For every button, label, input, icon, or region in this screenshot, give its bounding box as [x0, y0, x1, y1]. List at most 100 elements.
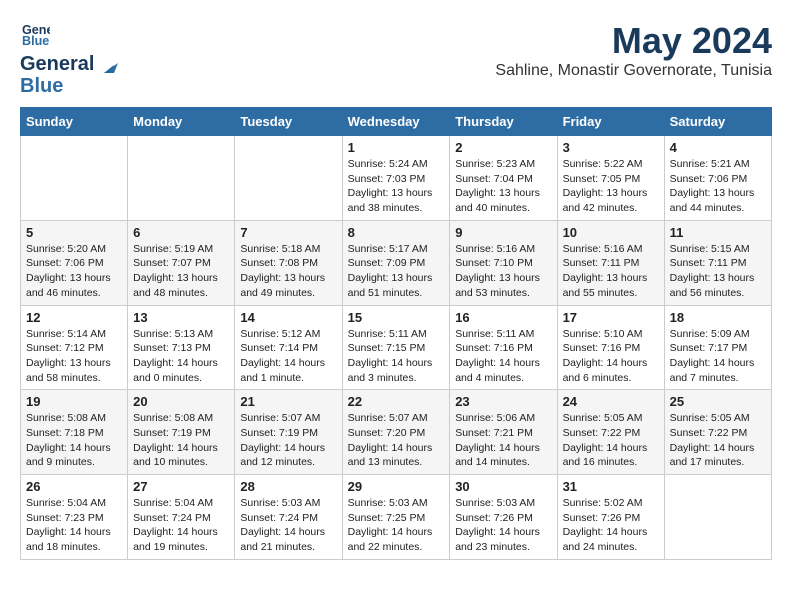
day-number: 20: [133, 394, 229, 409]
calendar-day-cell: 25 Sunrise: 5:05 AMSunset: 7:22 PMDayligh…: [664, 390, 771, 475]
cell-info: Sunrise: 5:10 AMSunset: 7:16 PMDaylight:…: [563, 327, 659, 386]
cell-info: Sunrise: 5:06 AMSunset: 7:21 PMDaylight:…: [455, 411, 551, 470]
day-number: 11: [670, 225, 766, 240]
calendar-day-cell: 13Sunrise: 5:13 AMSunset: 7:13 PMDayligh…: [128, 305, 235, 390]
cell-info: Sunrise: 5:23 AMSunset: 7:04 PMDaylight:…: [455, 157, 551, 216]
logo-icon: General Blue: [22, 20, 50, 48]
title-block: May 2024 Sahline, Monastir Governorate, …: [495, 20, 772, 80]
day-number: 3: [563, 140, 659, 155]
calendar-week-row: 1 Sunrise: 5:24 AMSunset: 7:03 PMDaylight…: [21, 136, 772, 221]
calendar-day-cell: [128, 136, 235, 221]
calendar-week-row: 12 Sunrise: 5:14 AMSunset: 7:12 PMDayligh…: [21, 305, 772, 390]
day-number: 26: [26, 479, 122, 494]
calendar-day-cell: 16 Sunrise: 5:11 AMSunset: 7:16 PMDayligh…: [450, 305, 557, 390]
cell-info: Sunrise: 5:12 AMSunset: 7:14 PMDaylight:…: [240, 327, 336, 386]
calendar-day-cell: 27 Sunrise: 5:04 AMSunset: 7:24 PMDayligh…: [128, 475, 235, 560]
logo: General Blue General Blue: [20, 20, 118, 97]
weekday-header-saturday: Saturday: [664, 108, 771, 136]
day-number: 18: [670, 310, 766, 325]
calendar-day-cell: [235, 136, 342, 221]
cell-info: Sunrise: 5:18 AMSunset: 7:08 PMDaylight:…: [240, 242, 336, 301]
cell-info: Sunrise: 5:04 AMSunset: 7:24 PMDaylight:…: [133, 496, 229, 555]
day-number: 1: [348, 140, 445, 155]
calendar-day-cell: 14 Sunrise: 5:12 AMSunset: 7:14 PMDayligh…: [235, 305, 342, 390]
calendar-day-cell: 10 Sunrise: 5:16 AMSunset: 7:11 PMDayligh…: [557, 220, 664, 305]
calendar-day-cell: 5Sunrise: 5:20 AMSunset: 7:06 PMDaylight…: [21, 220, 128, 305]
calendar-day-cell: 11 Sunrise: 5:15 AMSunset: 7:11 PMDayligh…: [664, 220, 771, 305]
day-number: 24: [563, 394, 659, 409]
page-header: General Blue General Blue May 2024 Sahli…: [20, 20, 772, 97]
calendar-day-cell: 3 Sunrise: 5:22 AMSunset: 7:05 PMDaylight…: [557, 136, 664, 221]
cell-info: Sunrise: 5:11 AMSunset: 7:16 PMDaylight:…: [455, 327, 551, 386]
calendar-day-cell: 20 Sunrise: 5:08 AMSunset: 7:19 PMDayligh…: [128, 390, 235, 475]
calendar-week-row: 19 Sunrise: 5:08 AMSunset: 7:18 PMDayligh…: [21, 390, 772, 475]
cell-info: Sunrise: 5:16 AMSunset: 7:10 PMDaylight:…: [455, 242, 551, 301]
cell-info: Sunrise: 5:08 AMSunset: 7:18 PMDaylight:…: [26, 411, 122, 470]
cell-info: Sunrise: 5:24 AMSunset: 7:03 PMDaylight:…: [348, 157, 445, 216]
cell-info: Sunrise: 5:03 AMSunset: 7:26 PMDaylight:…: [455, 496, 551, 555]
calendar-day-cell: 31Sunrise: 5:02 AMSunset: 7:26 PMDayligh…: [557, 475, 664, 560]
weekday-header-row: SundayMondayTuesdayWednesdayThursdayFrid…: [21, 108, 772, 136]
calendar-day-cell: 29Sunrise: 5:03 AMSunset: 7:25 PMDayligh…: [342, 475, 450, 560]
calendar-day-cell: 18 Sunrise: 5:09 AMSunset: 7:17 PMDayligh…: [664, 305, 771, 390]
calendar-day-cell: 1 Sunrise: 5:24 AMSunset: 7:03 PMDaylight…: [342, 136, 450, 221]
weekday-header-thursday: Thursday: [450, 108, 557, 136]
cell-info: Sunrise: 5:05 AMSunset: 7:22 PMDaylight:…: [670, 411, 766, 470]
day-number: 4: [670, 140, 766, 155]
cell-info: Sunrise: 5:11 AMSunset: 7:15 PMDaylight:…: [348, 327, 445, 386]
cell-info: Sunrise: 5:16 AMSunset: 7:11 PMDaylight:…: [563, 242, 659, 301]
calendar-day-cell: 24 Sunrise: 5:05 AMSunset: 7:22 PMDayligh…: [557, 390, 664, 475]
day-number: 30: [455, 479, 551, 494]
calendar-day-cell: 30 Sunrise: 5:03 AMSunset: 7:26 PMDayligh…: [450, 475, 557, 560]
logo-line1: General: [20, 53, 94, 75]
day-number: 15: [348, 310, 445, 325]
calendar-day-cell: 12 Sunrise: 5:14 AMSunset: 7:12 PMDayligh…: [21, 305, 128, 390]
day-number: 25: [670, 394, 766, 409]
day-number: 2: [455, 140, 551, 155]
day-number: 27: [133, 479, 229, 494]
calendar-day-cell: [21, 136, 128, 221]
calendar-day-cell: 28Sunrise: 5:03 AMSunset: 7:24 PMDayligh…: [235, 475, 342, 560]
logo-line2: Blue: [20, 75, 94, 97]
day-number: 8: [348, 225, 445, 240]
calendar-day-cell: 22Sunrise: 5:07 AMSunset: 7:20 PMDayligh…: [342, 390, 450, 475]
month-title: May 2024: [495, 20, 772, 62]
calendar-day-cell: 2 Sunrise: 5:23 AMSunset: 7:04 PMDaylight…: [450, 136, 557, 221]
logo-bird-icon: [96, 59, 118, 81]
calendar-day-cell: 6Sunrise: 5:19 AMSunset: 7:07 PMDaylight…: [128, 220, 235, 305]
cell-info: Sunrise: 5:22 AMSunset: 7:05 PMDaylight:…: [563, 157, 659, 216]
day-number: 29: [348, 479, 445, 494]
weekday-header-friday: Friday: [557, 108, 664, 136]
day-number: 23: [455, 394, 551, 409]
cell-info: Sunrise: 5:08 AMSunset: 7:19 PMDaylight:…: [133, 411, 229, 470]
cell-info: Sunrise: 5:09 AMSunset: 7:17 PMDaylight:…: [670, 327, 766, 386]
cell-info: Sunrise: 5:13 AMSunset: 7:13 PMDaylight:…: [133, 327, 229, 386]
location-subtitle: Sahline, Monastir Governorate, Tunisia: [495, 62, 772, 80]
calendar-week-row: 5Sunrise: 5:20 AMSunset: 7:06 PMDaylight…: [21, 220, 772, 305]
weekday-header-wednesday: Wednesday: [342, 108, 450, 136]
cell-info: Sunrise: 5:21 AMSunset: 7:06 PMDaylight:…: [670, 157, 766, 216]
day-number: 16: [455, 310, 551, 325]
calendar-day-cell: 9Sunrise: 5:16 AMSunset: 7:10 PMDaylight…: [450, 220, 557, 305]
cell-info: Sunrise: 5:07 AMSunset: 7:20 PMDaylight:…: [348, 411, 445, 470]
day-number: 6: [133, 225, 229, 240]
day-number: 12: [26, 310, 122, 325]
calendar-day-cell: 15 Sunrise: 5:11 AMSunset: 7:15 PMDayligh…: [342, 305, 450, 390]
cell-info: Sunrise: 5:15 AMSunset: 7:11 PMDaylight:…: [670, 242, 766, 301]
cell-info: Sunrise: 5:14 AMSunset: 7:12 PMDaylight:…: [26, 327, 122, 386]
cell-info: Sunrise: 5:04 AMSunset: 7:23 PMDaylight:…: [26, 496, 122, 555]
day-number: 17: [563, 310, 659, 325]
weekday-header-sunday: Sunday: [21, 108, 128, 136]
cell-info: Sunrise: 5:05 AMSunset: 7:22 PMDaylight:…: [563, 411, 659, 470]
day-number: 14: [240, 310, 336, 325]
cell-info: Sunrise: 5:02 AMSunset: 7:26 PMDaylight:…: [563, 496, 659, 555]
day-number: 7: [240, 225, 336, 240]
day-number: 19: [26, 394, 122, 409]
day-number: 21: [240, 394, 336, 409]
calendar-day-cell: 17 Sunrise: 5:10 AMSunset: 7:16 PMDayligh…: [557, 305, 664, 390]
cell-info: Sunrise: 5:07 AMSunset: 7:19 PMDaylight:…: [240, 411, 336, 470]
day-number: 10: [563, 225, 659, 240]
calendar-week-row: 26 Sunrise: 5:04 AMSunset: 7:23 PMDayligh…: [21, 475, 772, 560]
calendar-day-cell: 8Sunrise: 5:17 AMSunset: 7:09 PMDaylight…: [342, 220, 450, 305]
calendar-day-cell: 26 Sunrise: 5:04 AMSunset: 7:23 PMDayligh…: [21, 475, 128, 560]
